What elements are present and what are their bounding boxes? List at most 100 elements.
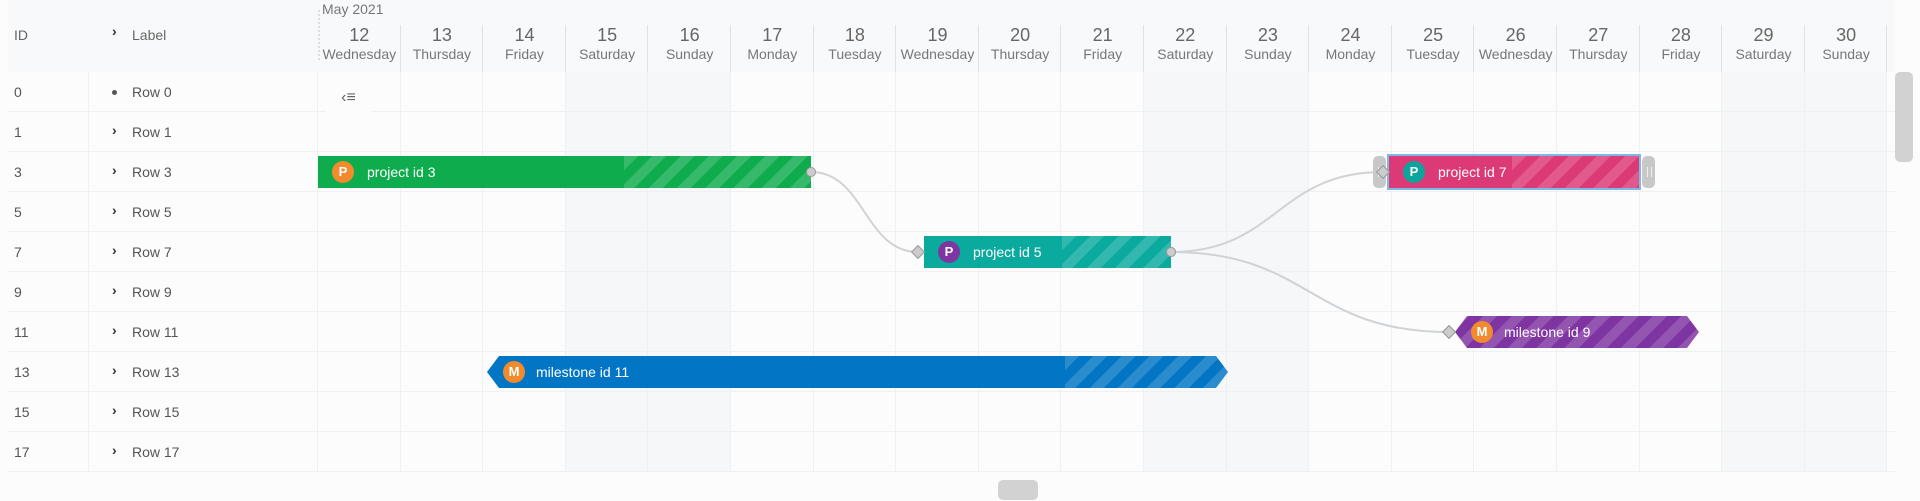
day-number: 15 — [597, 25, 618, 45]
row-label: Row 7 — [132, 244, 172, 260]
day-number: 30 — [1836, 25, 1857, 45]
day-name: Wednesday — [900, 46, 975, 62]
day-name: Saturday — [1735, 46, 1792, 62]
chevron-right-icon[interactable]: › — [112, 362, 124, 378]
chevron-right-icon[interactable]: › — [112, 242, 124, 258]
progress-stripes — [1065, 356, 1228, 388]
table-row[interactable]: 7 › Row 7 — [8, 232, 318, 272]
chevron-right-icon[interactable]: › — [112, 442, 124, 458]
timeline-row — [318, 392, 1895, 432]
day-header: 18 Tuesday — [814, 25, 897, 72]
expand-all-chevron-icon[interactable]: › — [112, 23, 117, 39]
day-number: 22 — [1175, 25, 1196, 45]
day-header: 28 Friday — [1640, 25, 1723, 72]
table-row[interactable]: 17 › Row 17 — [8, 432, 318, 472]
day-number: 12 — [349, 25, 370, 45]
milestone-bar[interactable]: Mmilestone id 11 — [487, 356, 1228, 388]
day-header: 15 Saturday — [566, 25, 649, 72]
collapse-list-icon[interactable]: ‹≡ — [326, 80, 371, 116]
day-name: Tuesday — [828, 46, 882, 62]
table-row[interactable]: 11 › Row 11 — [8, 312, 318, 352]
cell-divider — [88, 72, 89, 112]
timeline-row — [318, 72, 1895, 112]
day-header: 13 Thursday — [401, 25, 484, 72]
column-header-label[interactable]: Label — [132, 27, 166, 43]
connector-out-circle[interactable] — [806, 167, 816, 177]
progress-stripes — [624, 156, 811, 188]
bar-label: project id 3 — [367, 164, 436, 180]
resize-handle-right[interactable] — [1642, 156, 1655, 188]
day-number: 16 — [679, 25, 700, 45]
day-name: Friday — [505, 46, 544, 62]
chevron-right-icon[interactable]: › — [112, 122, 124, 138]
bar-label: project id 7 — [1438, 164, 1507, 180]
chevron-right-icon[interactable]: › — [112, 282, 124, 298]
day-name: Sunday — [665, 46, 714, 62]
timeline-row — [318, 112, 1895, 152]
horizontal-scrollbar-thumb[interactable] — [998, 480, 1038, 500]
project-bar[interactable]: Pproject id 7 — [1389, 156, 1639, 188]
day-name: Saturday — [579, 46, 636, 62]
day-number: 20 — [1010, 25, 1031, 45]
table-row[interactable]: 0 Row 0 — [8, 72, 318, 112]
day-header: 16 Sunday — [648, 25, 731, 72]
avatar: M — [503, 361, 525, 383]
day-header: 22 Saturday — [1144, 25, 1227, 72]
chevron-right-icon[interactable]: › — [112, 402, 124, 418]
row-table: ID › Label 0 Row 0 1 › Row 1 3 › Row 3 5 › Row 5 7 ›… — [8, 0, 318, 472]
table-row[interactable]: 1 › Row 1 — [8, 112, 318, 152]
row-id: 5 — [14, 204, 22, 220]
row-label: Row 1 — [132, 124, 172, 140]
day-name: Friday — [1083, 46, 1123, 62]
cell-divider — [88, 232, 89, 272]
timeline-row — [318, 272, 1895, 312]
table-row[interactable]: 15 › Row 15 — [8, 392, 318, 432]
project-bar[interactable]: Pproject id 3 — [318, 156, 811, 188]
project-bar[interactable]: Pproject id 5 — [924, 236, 1171, 268]
chevron-right-icon[interactable]: › — [112, 202, 124, 218]
day-number: 28 — [1670, 25, 1691, 45]
day-name: Wednesday — [1478, 46, 1553, 62]
table-header: ID › Label — [8, 0, 318, 72]
row-label: Row 5 — [132, 204, 172, 220]
day-number: 23 — [1257, 25, 1278, 45]
vertical-scrollbar-thumb[interactable] — [1895, 72, 1913, 162]
row-id: 9 — [14, 284, 22, 300]
progress-stripes — [1062, 236, 1171, 268]
table-row[interactable]: 13 › Row 13 — [8, 352, 318, 392]
day-name: Thursday — [1569, 46, 1628, 62]
table-row[interactable]: 3 › Row 3 — [8, 152, 318, 192]
row-id: 3 — [14, 164, 22, 180]
bar-label: milestone id 11 — [536, 364, 630, 380]
cell-divider — [88, 192, 89, 232]
cell-divider — [88, 432, 89, 472]
table-row[interactable]: 5 › Row 5 — [8, 192, 318, 232]
table-row[interactable]: 9 › Row 9 — [8, 272, 318, 312]
column-header-id[interactable]: ID — [14, 27, 28, 43]
day-name: Monday — [1887, 45, 1895, 63]
day-header: 17 Monday — [731, 25, 814, 72]
day-number: 27 — [1588, 25, 1609, 45]
milestone-bar[interactable]: Mmilestone id 9 — [1455, 316, 1699, 348]
day-number: 13 — [431, 25, 452, 45]
chevron-right-icon[interactable]: › — [112, 322, 124, 338]
bullet-icon[interactable] — [112, 82, 124, 98]
avatar: M — [1471, 321, 1493, 343]
row-id: 1 — [14, 124, 22, 140]
day-number: 17 — [762, 25, 783, 45]
row-label: Row 0 — [132, 84, 172, 100]
connector-out-circle[interactable] — [1166, 247, 1176, 257]
timeline-header: May 2021 12 Wednesday 13 Thursday 14 Friday 15… — [318, 0, 1895, 72]
day-header: 23 Sunday — [1227, 25, 1310, 72]
timeline-row — [318, 192, 1895, 232]
chevron-right-icon[interactable]: › — [112, 162, 124, 178]
day-header: 12 Wednesday — [318, 25, 401, 72]
day-name: Thursday — [990, 46, 1050, 62]
day-header: 29 Saturday — [1722, 25, 1805, 72]
day-header: 14 Friday — [483, 25, 566, 72]
day-name: Wednesday — [322, 46, 397, 62]
row-label: Row 3 — [132, 164, 172, 180]
day-number: 26 — [1505, 25, 1526, 45]
day-number: 24 — [1340, 25, 1361, 45]
row-label: Row 17 — [132, 444, 180, 460]
